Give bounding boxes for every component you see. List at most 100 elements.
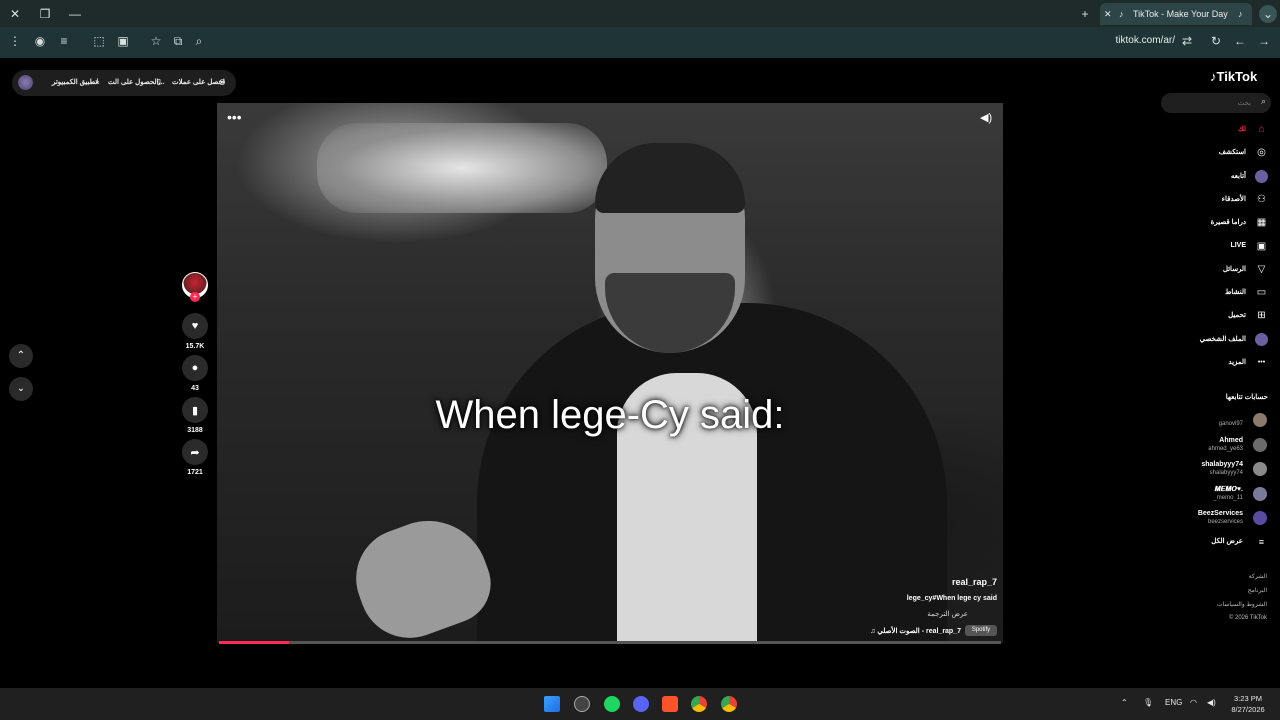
sidebar-item-send[interactable]: الرسائل ▽ bbox=[1160, 262, 1270, 278]
tray-chevron-icon[interactable]: ⌃ bbox=[1121, 698, 1128, 707]
next-video-button[interactable]: ⌄ bbox=[9, 377, 33, 401]
screenshot-icon[interactable]: ⧉ bbox=[169, 32, 187, 50]
following-account[interactable]: ganovi97 bbox=[1160, 410, 1270, 432]
chrome-icon[interactable] bbox=[691, 696, 707, 712]
following-account-handle: ganovi97 bbox=[1218, 421, 1243, 427]
get-coins-link[interactable]: احصل على عملات bbox=[172, 78, 225, 86]
share-count: 1721 bbox=[187, 469, 203, 476]
footer-terms[interactable]: الشروط والسياسات bbox=[1217, 601, 1267, 608]
minimize-window-icon[interactable]: — bbox=[66, 5, 84, 23]
brave-icon[interactable] bbox=[662, 696, 678, 712]
discord-icon[interactable] bbox=[633, 696, 649, 712]
sidebar-item-more[interactable]: المزيد ••• bbox=[1160, 355, 1270, 371]
sidebar-item-label: دراما قصيرة bbox=[1210, 219, 1246, 227]
sidebar-item-following[interactable]: أتابعه bbox=[1160, 169, 1270, 185]
browser-tab-bar: ✕ ❐ — + ✕ ♪ TikTok - Make Your Day ♪ ⌄ bbox=[0, 0, 1280, 27]
menu-dots-icon[interactable]: ⋮ bbox=[6, 32, 24, 50]
footer-company[interactable]: الشركة bbox=[1249, 573, 1267, 580]
get-app-link[interactable]: الحصول على الت... bbox=[108, 78, 164, 86]
spotify-icon[interactable] bbox=[604, 696, 620, 712]
comment-action[interactable]: ● 43 bbox=[182, 355, 208, 392]
reload-icon[interactable]: ↻ bbox=[1207, 32, 1225, 50]
wifi-icon[interactable]: ◠ bbox=[1190, 698, 1197, 707]
video-description[interactable]: lege_cy#When lege cy said bbox=[907, 595, 997, 602]
language-indicator[interactable]: ENG bbox=[1165, 698, 1182, 707]
desktop-app-link[interactable]: تطبيق الكمبيوتر bbox=[52, 78, 97, 86]
footer-program[interactable]: البرنامج bbox=[1248, 587, 1267, 594]
like-action[interactable]: ♥ 15.7K bbox=[182, 313, 208, 350]
see-all-button[interactable]: عرض الكل ≡ bbox=[1160, 535, 1270, 557]
list-icon: ≡ bbox=[1258, 537, 1264, 547]
sidebar-item-compass[interactable]: استكشف ◎ bbox=[1160, 145, 1270, 161]
new-tab-icon[interactable]: + bbox=[1076, 5, 1094, 23]
sidebar-item-profile[interactable]: الملف الشخصي bbox=[1160, 332, 1270, 348]
speaker-icon[interactable]: ◀) bbox=[1207, 698, 1216, 707]
active-tab[interactable]: ✕ ♪ TikTok - Make Your Day ♪ bbox=[1100, 3, 1252, 25]
drama-icon: ▦ bbox=[1256, 217, 1267, 229]
clock-date: 8/27/2026 bbox=[1231, 705, 1265, 714]
puzzle-icon[interactable]: ⬚ bbox=[90, 32, 108, 50]
microphone-icon[interactable]: 🎙 bbox=[1143, 698, 1153, 707]
video-caption-text: When lege-Cy said: bbox=[435, 393, 785, 437]
profile-icon[interactable]: ◉ bbox=[31, 32, 49, 50]
video-music[interactable]: ♫ الصوت الأصلي - real_rap_7 bbox=[870, 627, 961, 635]
video-username[interactable]: real_rap_7 bbox=[952, 577, 997, 587]
shield-icon[interactable]: ▣ bbox=[114, 32, 132, 50]
system-clock[interactable]: 3:23 PM 8/27/2026 bbox=[1228, 693, 1268, 715]
share-icon[interactable]: ➦ bbox=[182, 439, 208, 465]
forward-icon[interactable]: → bbox=[1255, 32, 1273, 50]
following-account-handle: shalabyyy74 bbox=[1209, 470, 1243, 476]
zoom-icon[interactable]: ⌕ bbox=[190, 32, 208, 50]
comment-icon[interactable]: ● bbox=[182, 355, 208, 381]
sidebar-item-home[interactable]: لك ⌂ bbox=[1160, 122, 1270, 138]
clock-time: 3:23 PM bbox=[1234, 694, 1262, 703]
user-avatar[interactable] bbox=[18, 75, 33, 90]
friends-icon: ⚇ bbox=[1257, 193, 1266, 205]
following-account-name: 𝑴𝑬𝑴𝑶♥. bbox=[1214, 485, 1243, 493]
sidebar-item-friends[interactable]: الأصدقاء ⚇ bbox=[1160, 192, 1270, 208]
share-action[interactable]: ➦ 1721 bbox=[182, 439, 208, 476]
windows-start-icon[interactable] bbox=[544, 696, 560, 712]
address-bar-url[interactable]: tiktok.com/ar/ bbox=[1060, 35, 1175, 46]
volume-icon[interactable]: ◀) bbox=[980, 111, 994, 125]
see-translation-link[interactable]: عرض الترجمة bbox=[927, 610, 968, 618]
bookmark-star-icon[interactable]: ☆ bbox=[147, 32, 165, 50]
site-settings-icon[interactable]: ⇄ bbox=[1178, 32, 1196, 50]
search-input[interactable] bbox=[1167, 96, 1251, 110]
tab-menu-chevron-icon[interactable]: ⌄ bbox=[1259, 5, 1277, 23]
video-progress-bar[interactable] bbox=[219, 641, 1001, 644]
chrome-active-icon[interactable] bbox=[721, 696, 737, 712]
sidebar-item-label: المزيد bbox=[1228, 359, 1246, 366]
save-action[interactable]: ▮ 3188 bbox=[182, 397, 208, 434]
music-title: الصوت الأصلي - real_rap_7 bbox=[877, 628, 961, 635]
windows-taskbar: ⌃ 🎙 ENG ◠ ◀) 3:23 PM 8/27/2026 bbox=[0, 688, 1280, 720]
following-account[interactable]: 𝑴𝑬𝑴𝑶♥. _memo_11 bbox=[1160, 484, 1270, 506]
close-window-icon[interactable]: ✕ bbox=[6, 5, 24, 23]
tiktok-small-icon: ♪ bbox=[1238, 9, 1243, 19]
sidebar-item-drama[interactable]: دراما قصيرة ▦ bbox=[1160, 215, 1270, 231]
video-player[interactable]: When lege-Cy said: ••• ◀) real_rap_7 leg… bbox=[217, 103, 1003, 643]
restore-window-icon[interactable]: ❐ bbox=[36, 5, 54, 23]
spotify-chip[interactable]: Spotify bbox=[965, 625, 997, 636]
video-more-icon[interactable]: ••• bbox=[227, 109, 242, 125]
following-account[interactable]: BeezServices beezservices bbox=[1160, 508, 1270, 530]
search-box[interactable]: ⌕ bbox=[1161, 93, 1271, 113]
tiktok-logo[interactable]: ♪TikTok bbox=[1210, 69, 1257, 84]
sidebar-item-upload[interactable]: تحميل ⊞ bbox=[1160, 308, 1270, 324]
bookmark-icon[interactable]: ▮ bbox=[182, 397, 208, 423]
following-account-name: BeezServices bbox=[1197, 510, 1243, 517]
following-account[interactable]: shalabyyy74 shalabyyy74 bbox=[1160, 459, 1270, 481]
back-icon[interactable]: ← bbox=[1231, 32, 1249, 50]
sidebar-item-live[interactable]: LIVE ▣ bbox=[1160, 239, 1270, 255]
previous-video-button[interactable]: ⌃ bbox=[9, 344, 33, 368]
sidebar-item-activity[interactable]: النشاط ▭ bbox=[1160, 285, 1270, 301]
extensions-icon[interactable]: ≡ bbox=[55, 32, 73, 50]
sidebar-item-label: الرسائل bbox=[1222, 265, 1246, 273]
following-account-avatar bbox=[1253, 413, 1267, 427]
tab-close-icon[interactable]: ✕ bbox=[1104, 3, 1112, 25]
follow-plus-icon[interactable]: + bbox=[190, 292, 200, 302]
heart-icon[interactable]: ♥ bbox=[182, 313, 208, 339]
app-icon[interactable] bbox=[574, 696, 590, 712]
following-account[interactable]: Ahmed ahmed_ye63 bbox=[1160, 435, 1270, 457]
search-icon[interactable]: ⌕ bbox=[1261, 96, 1266, 107]
